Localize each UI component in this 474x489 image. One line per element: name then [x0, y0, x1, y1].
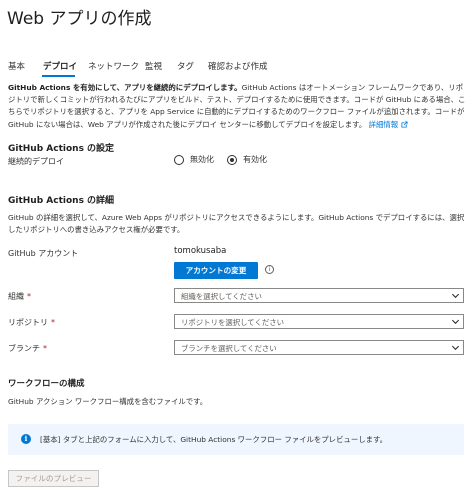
- branch-placeholder: ブランチを選択してください: [181, 344, 277, 353]
- branch-select[interactable]: ブランチを選択してください: [174, 340, 464, 355]
- required-marker: *: [27, 292, 31, 301]
- required-marker: *: [43, 344, 47, 353]
- details-section-title: GitHub Actions の詳細: [8, 196, 115, 206]
- branch-label-text: ブランチ: [8, 344, 40, 353]
- radio-enable-label: 有効化: [243, 155, 267, 164]
- change-account-button[interactable]: アカウントの変更: [174, 262, 258, 279]
- radio-enable-circle: [227, 154, 237, 165]
- tab-tags[interactable]: タグ: [177, 60, 194, 72]
- tab-review-create[interactable]: 確認および作成: [208, 60, 268, 72]
- repository-label-text: リポジトリ: [8, 318, 48, 327]
- github-account-label: GitHub アカウント: [8, 249, 79, 258]
- repository-label: リポジトリ *: [8, 317, 55, 328]
- radio-enable[interactable]: 有効化: [227, 154, 267, 165]
- radio-disable[interactable]: 無効化: [174, 154, 214, 165]
- intro-description: GitHub Actions を有効にして、アプリを継続的にデプロイします。Gi…: [8, 82, 466, 131]
- preview-file-button[interactable]: ファイルのプレビュー: [8, 470, 99, 487]
- learn-more-link[interactable]: 詳細情報: [369, 120, 408, 129]
- continuous-deploy-label: 継続的デプロイ: [8, 157, 64, 166]
- active-tab-indicator: [42, 75, 75, 77]
- chevron-down-icon: [451, 293, 460, 299]
- repository-select[interactable]: リポジトリを選択してください: [174, 314, 464, 329]
- tab-bar: 基本 デプロイ ネットワーク 監視 タグ 確認および作成: [0, 58, 474, 78]
- branch-label: ブランチ *: [8, 343, 47, 354]
- required-marker: *: [51, 318, 55, 327]
- info-icon: i: [21, 434, 31, 444]
- chevron-down-icon: [451, 345, 460, 351]
- info-icon[interactable]: i: [265, 265, 274, 274]
- organization-label-text: 組織: [8, 292, 24, 301]
- github-account-value: tomokusaba: [174, 246, 227, 256]
- radio-disable-label: 無効化: [190, 155, 214, 164]
- tab-network[interactable]: ネットワーク: [88, 60, 139, 72]
- workflow-section-title: ワークフローの構成: [8, 379, 85, 389]
- details-description: GitHub の詳細を選択して、Azure Web Apps がリポジトリにアク…: [8, 213, 465, 235]
- external-link-icon: [401, 121, 408, 128]
- intro-bold: GitHub Actions を有効にして、アプリを継続的にデプロイします。: [8, 83, 242, 92]
- radio-disable-circle: [174, 154, 184, 165]
- ellipsis-icon[interactable]: ···: [139, 9, 153, 22]
- organization-placeholder: 組織を選択してください: [181, 292, 262, 301]
- repository-placeholder: リポジトリを選択してください: [181, 318, 285, 327]
- preview-info-bar: i [基本] タブと上記のフォームに入力して、GitHub Actions ワー…: [8, 424, 464, 455]
- tab-deploy[interactable]: デプロイ: [43, 60, 77, 72]
- organization-select[interactable]: 組織を選択してください: [174, 288, 464, 303]
- organization-label: 組織 *: [8, 291, 31, 302]
- chevron-down-icon: [451, 319, 460, 325]
- settings-section-title: GitHub Actions の設定: [8, 144, 115, 154]
- tab-monitoring[interactable]: 監視: [145, 60, 162, 72]
- workflow-description: GitHub アクション ワークフロー構成を含むファイルです。: [8, 397, 208, 406]
- tab-basics[interactable]: 基本: [8, 60, 25, 72]
- page-title: Web アプリの作成: [7, 9, 152, 29]
- preview-info-text: [基本] タブと上記のフォームに入力して、GitHub Actions ワークフ…: [40, 435, 388, 444]
- learn-more-label: 詳細情報: [368, 119, 399, 129]
